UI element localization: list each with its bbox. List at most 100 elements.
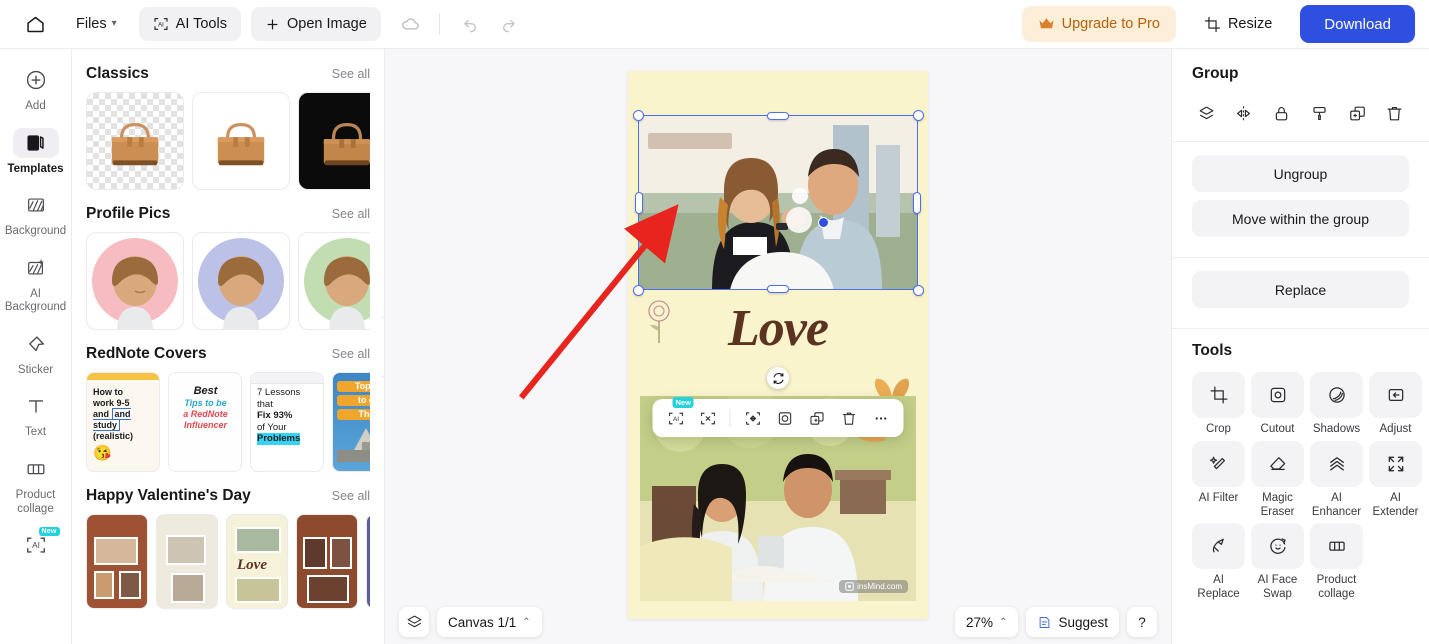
files-menu[interactable]: Files ▾: [68, 10, 125, 38]
ai-tool-button[interactable]: AI New: [661, 397, 694, 433]
sidebar-item-text[interactable]: Text: [5, 385, 67, 444]
sidebar-item-sticker[interactable]: Sticker: [5, 323, 67, 382]
valentine-template-3[interactable]: Love: [226, 514, 288, 609]
tool-label: Adjust: [1379, 423, 1412, 435]
duplicate-button[interactable]: [802, 403, 832, 433]
tool-ai-filter[interactable]: AI Filter: [1192, 440, 1245, 520]
layers-button[interactable]: [399, 607, 429, 637]
tool-ai-replace[interactable]: AI Replace: [1192, 523, 1245, 602]
move-within-group-button[interactable]: Move within the group: [1192, 200, 1409, 237]
handbag-transparent-thumbnail[interactable]: [86, 92, 184, 190]
tool-cutout[interactable]: Cutout: [1251, 372, 1304, 437]
handbag-white-thumbnail[interactable]: [192, 92, 290, 190]
valentine-template-4[interactable]: [296, 514, 358, 609]
tool-ai-extender[interactable]: AI Extender: [1369, 440, 1422, 520]
suggest-label: Suggest: [1058, 614, 1108, 630]
replace-button[interactable]: Replace: [1192, 271, 1409, 308]
position-button[interactable]: [738, 403, 768, 433]
tool-label: AI Face Swap: [1257, 574, 1298, 601]
help-button[interactable]: ?: [1127, 607, 1157, 637]
paint-button[interactable]: [1305, 99, 1333, 127]
valentine-template-5[interactable]: [366, 514, 370, 609]
section-title: Classics: [86, 65, 149, 82]
delete-group-button[interactable]: [1381, 99, 1409, 127]
sidebar-item-templates[interactable]: Templates: [5, 122, 67, 181]
tool-label: Magic Eraser: [1260, 491, 1295, 518]
sidebar-label-text: Text: [24, 426, 47, 439]
section-header-valentines: Happy Valentine's Day See all: [86, 487, 370, 505]
redo-button[interactable]: [493, 8, 525, 40]
ungroup-button[interactable]: Ungroup: [1192, 155, 1409, 192]
tool-crop[interactable]: Crop: [1192, 372, 1245, 437]
sidebar-item-ai-tools[interactable]: AI New: [5, 524, 67, 564]
svg-text:AI: AI: [672, 415, 678, 422]
see-all-profile-pics[interactable]: See all: [332, 207, 370, 221]
home-button[interactable]: [18, 7, 52, 41]
cover-line: 7 Lessons: [257, 387, 301, 398]
cover-work-study[interactable]: How to work 9-5 and and study (realistic…: [86, 372, 160, 472]
remove-background-button[interactable]: [693, 403, 723, 433]
bottom-bar-left: Canvas 1/1 ⌃: [399, 607, 542, 637]
profile-green-thumbnail[interactable]: [298, 232, 370, 330]
mask-button[interactable]: [770, 403, 800, 433]
valentine-template-2[interactable]: [156, 514, 218, 609]
canvas-workspace[interactable]: Love insMind.com AI New Canvas 1/1 ⌃ 27%…: [385, 49, 1171, 644]
tool-label: Crop: [1206, 423, 1231, 435]
cloud-icon: [402, 17, 419, 30]
tool-product-collage[interactable]: Product collage: [1310, 523, 1363, 602]
artboard[interactable]: Love insMind.com: [628, 71, 928, 619]
duplicate-group-button[interactable]: [1343, 99, 1371, 127]
flip-button[interactable]: [1230, 99, 1258, 127]
suggest-icon: [1040, 616, 1050, 628]
open-image-button[interactable]: Open Image: [250, 7, 381, 41]
see-all-valentines[interactable]: See all: [332, 489, 370, 503]
cover-thailand[interactable]: Top 10 to do Thail: [332, 372, 370, 472]
sidebar-item-add[interactable]: Add: [5, 59, 67, 118]
cloud-sync-button[interactable]: [395, 8, 427, 40]
zoom-control[interactable]: 27% ⌃: [955, 607, 1019, 637]
top-photo-layer[interactable]: [638, 115, 918, 290]
sidebar-item-background[interactable]: Background: [5, 184, 67, 243]
handbag-black-thumbnail[interactable]: [298, 92, 370, 190]
suggest-button[interactable]: Suggest: [1026, 607, 1119, 637]
profile-blue-thumbnail[interactable]: [192, 232, 290, 330]
upgrade-to-pro-button[interactable]: Upgrade to Pro: [1021, 6, 1176, 42]
delete-button[interactable]: [834, 403, 864, 433]
see-all-rednote-covers[interactable]: See all: [332, 347, 370, 361]
lock-icon: [1275, 106, 1288, 120]
undo-button[interactable]: [455, 8, 487, 40]
resize-button[interactable]: Resize: [1192, 7, 1284, 41]
handbag-image: [111, 122, 159, 166]
tool-label: AI Extender: [1372, 491, 1419, 518]
watermark: insMind.com: [839, 580, 908, 593]
cover-7-lessons[interactable]: 7 Lessons that Fix 93% of Your Problems: [250, 372, 324, 472]
profile-pink-thumbnail[interactable]: [86, 232, 184, 330]
layer-order-icon: [1199, 106, 1213, 119]
see-all-classics[interactable]: See all: [332, 67, 370, 81]
download-button[interactable]: Download: [1300, 5, 1415, 43]
tool-adjust[interactable]: Adjust: [1369, 372, 1422, 437]
love-text-layer[interactable]: Love: [728, 299, 829, 358]
tool-ai-face-swap[interactable]: AI Face Swap: [1251, 523, 1304, 602]
rotate-handle[interactable]: [767, 367, 789, 389]
sidebar-item-ai-background[interactable]: AI Background: [5, 247, 67, 319]
trash-icon: [1388, 106, 1402, 120]
files-label: Files: [76, 16, 107, 32]
ai-tools-button[interactable]: AI AI Tools: [138, 7, 241, 41]
more-button[interactable]: [866, 403, 896, 433]
thumbnail-row-profile-pics: [86, 232, 370, 330]
insmind-logo-icon: [845, 582, 854, 591]
tool-ai-enhancer[interactable]: AI Enhancer: [1310, 440, 1363, 520]
tool-shadows[interactable]: Shadows: [1310, 372, 1363, 437]
sidebar-item-product-collage[interactable]: Product collage: [5, 448, 67, 520]
tool-magic-eraser[interactable]: Magic Eraser: [1251, 440, 1304, 520]
cutout-icon: [1251, 372, 1304, 418]
handbag-image: [217, 122, 265, 166]
ai-extender-icon: [1369, 440, 1422, 487]
canvas-pages-selector[interactable]: Canvas 1/1 ⌃: [437, 607, 542, 637]
valentine-template-1[interactable]: [86, 514, 148, 609]
layer-order-button[interactable]: [1192, 99, 1220, 127]
lock-button[interactable]: [1268, 99, 1296, 127]
tool-label: Shadows: [1312, 423, 1361, 435]
cover-best-tips[interactable]: Best Tips to be a RedNote Influencer: [168, 372, 242, 472]
